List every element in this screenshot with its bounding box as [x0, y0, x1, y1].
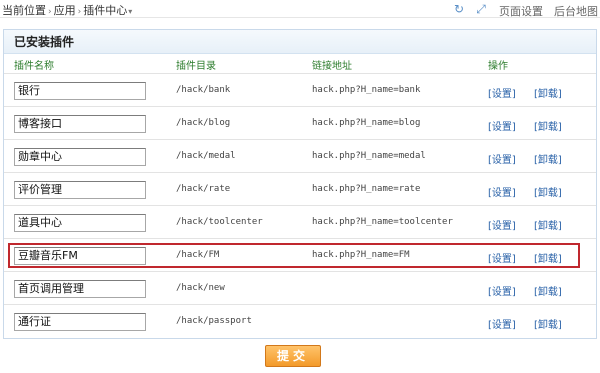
breadcrumb-item-apps[interactable]: 应用 [54, 2, 76, 18]
uninstall-link[interactable]: [卸载] [534, 85, 562, 100]
submit-button[interactable]: 提交 [265, 345, 321, 367]
plugin-link: hack.php?H_name=blog [312, 118, 421, 128]
column-header-actions: 操作 [488, 61, 508, 72]
plugin-name-input[interactable]: 勋章中心 [14, 148, 146, 166]
uninstall-link[interactable]: [卸载] [534, 283, 562, 298]
plugin-directory: /hack/blog [176, 118, 231, 128]
plugin-name-input[interactable]: 首页调用管理 [14, 280, 146, 298]
settings-link[interactable]: [设置] [488, 85, 516, 100]
plugin-name-input[interactable]: 博客接口 [14, 115, 146, 133]
chevron-down-icon[interactable]: ▾ [128, 7, 132, 16]
table-row: 勋章中心 /hack/medal hack.php?H_name=medal [… [4, 139, 596, 171]
settings-link[interactable]: [设置] [488, 250, 516, 265]
uninstall-link[interactable]: [卸载] [534, 118, 562, 133]
table-row: 银行 /hack/bank hack.php?H_name=bank [设置] … [4, 73, 596, 105]
table-row: 博客接口 /hack/blog hack.php?H_name=blog [设置… [4, 106, 596, 138]
table-row: 豆瓣音乐FM /hack/FM hack.php?H_name=FM [设置] … [4, 238, 596, 270]
plugin-name-input[interactable]: 评价管理 [14, 181, 146, 199]
refresh-icon[interactable]: ↻ [452, 2, 466, 16]
plugin-name-input[interactable]: 豆瓣音乐FM [14, 247, 146, 265]
column-header-link: 链接地址 [312, 61, 352, 72]
uninstall-link[interactable]: [卸载] [534, 184, 562, 199]
plugin-name-input[interactable]: 银行 [14, 82, 146, 100]
settings-link[interactable]: [设置] [488, 184, 516, 199]
table-header: 插件名称 插件目录 链接地址 操作 [4, 54, 596, 72]
breadcrumb-separator-icon: › [48, 7, 52, 17]
settings-link[interactable]: [设置] [488, 217, 516, 232]
plugin-directory: /hack/bank [176, 85, 231, 95]
uninstall-link[interactable]: [卸载] [534, 151, 562, 166]
plugin-name-input[interactable]: 通行证 [14, 313, 146, 331]
uninstall-link[interactable]: [卸载] [534, 217, 562, 232]
panel-title: 已安装插件 [4, 30, 596, 54]
plugin-link: hack.php?H_name=toolcenter [312, 217, 453, 227]
column-header-directory: 插件目录 [176, 61, 216, 72]
table-row: 首页调用管理 /hack/new [设置] [卸载] [4, 271, 596, 303]
plugin-directory: /hack/toolcenter [176, 217, 263, 227]
breadcrumb-item-location: 当前位置 [2, 4, 46, 17]
toolbar-links: 页面设置 后台地图 [499, 3, 600, 19]
backend-map-link[interactable]: 后台地图 [554, 5, 598, 18]
plugin-directory: /hack/medal [176, 151, 236, 161]
settings-link[interactable]: [设置] [488, 316, 516, 331]
page-settings-link[interactable]: 页面设置 [499, 5, 543, 18]
plugin-link: hack.php?H_name=bank [312, 85, 421, 95]
settings-link[interactable]: [设置] [488, 118, 516, 133]
toolbar-icons: ↻ ⤢ [452, 2, 496, 16]
breadcrumb-separator-icon: › [77, 7, 82, 17]
uninstall-link[interactable]: [卸载] [534, 316, 562, 331]
settings-link[interactable]: [设置] [488, 283, 516, 298]
table-row: 通行证 /hack/passport [设置] [卸载] [4, 304, 596, 336]
plugin-name-input[interactable]: 道具中心 [14, 214, 146, 232]
uninstall-link[interactable]: [卸载] [534, 250, 562, 265]
plugin-directory: /hack/passport [176, 316, 252, 326]
plugin-directory: /hack/rate [176, 184, 231, 194]
breadcrumb: 当前位置 › 应用 › 插件中心▾ [2, 2, 132, 18]
breadcrumb-item-plugin-center[interactable]: 插件中心 [83, 2, 127, 18]
plugin-directory: /hack/FM [176, 250, 220, 260]
table-row: 评价管理 /hack/rate hack.php?H_name=rate [设置… [4, 172, 596, 204]
plugin-link: hack.php?H_name=medal [312, 151, 426, 161]
plugin-link: hack.php?H_name=FM [312, 250, 410, 260]
settings-link[interactable]: [设置] [488, 151, 516, 166]
plugin-directory: /hack/new [176, 283, 225, 293]
table-row: 道具中心 /hack/toolcenter hack.php?H_name=to… [4, 205, 596, 237]
plugin-link: hack.php?H_name=rate [312, 184, 421, 194]
installed-plugins-panel: 已安装插件 插件名称 插件目录 链接地址 操作 银行 /hack/bank ha… [3, 29, 597, 339]
column-header-name: 插件名称 [14, 61, 54, 72]
fullscreen-icon[interactable]: ⤢ [474, 2, 488, 16]
top-bar: 当前位置 › 应用 › 插件中心▾ ↻ ⤢ 页面设置 后台地图 [0, 0, 600, 18]
